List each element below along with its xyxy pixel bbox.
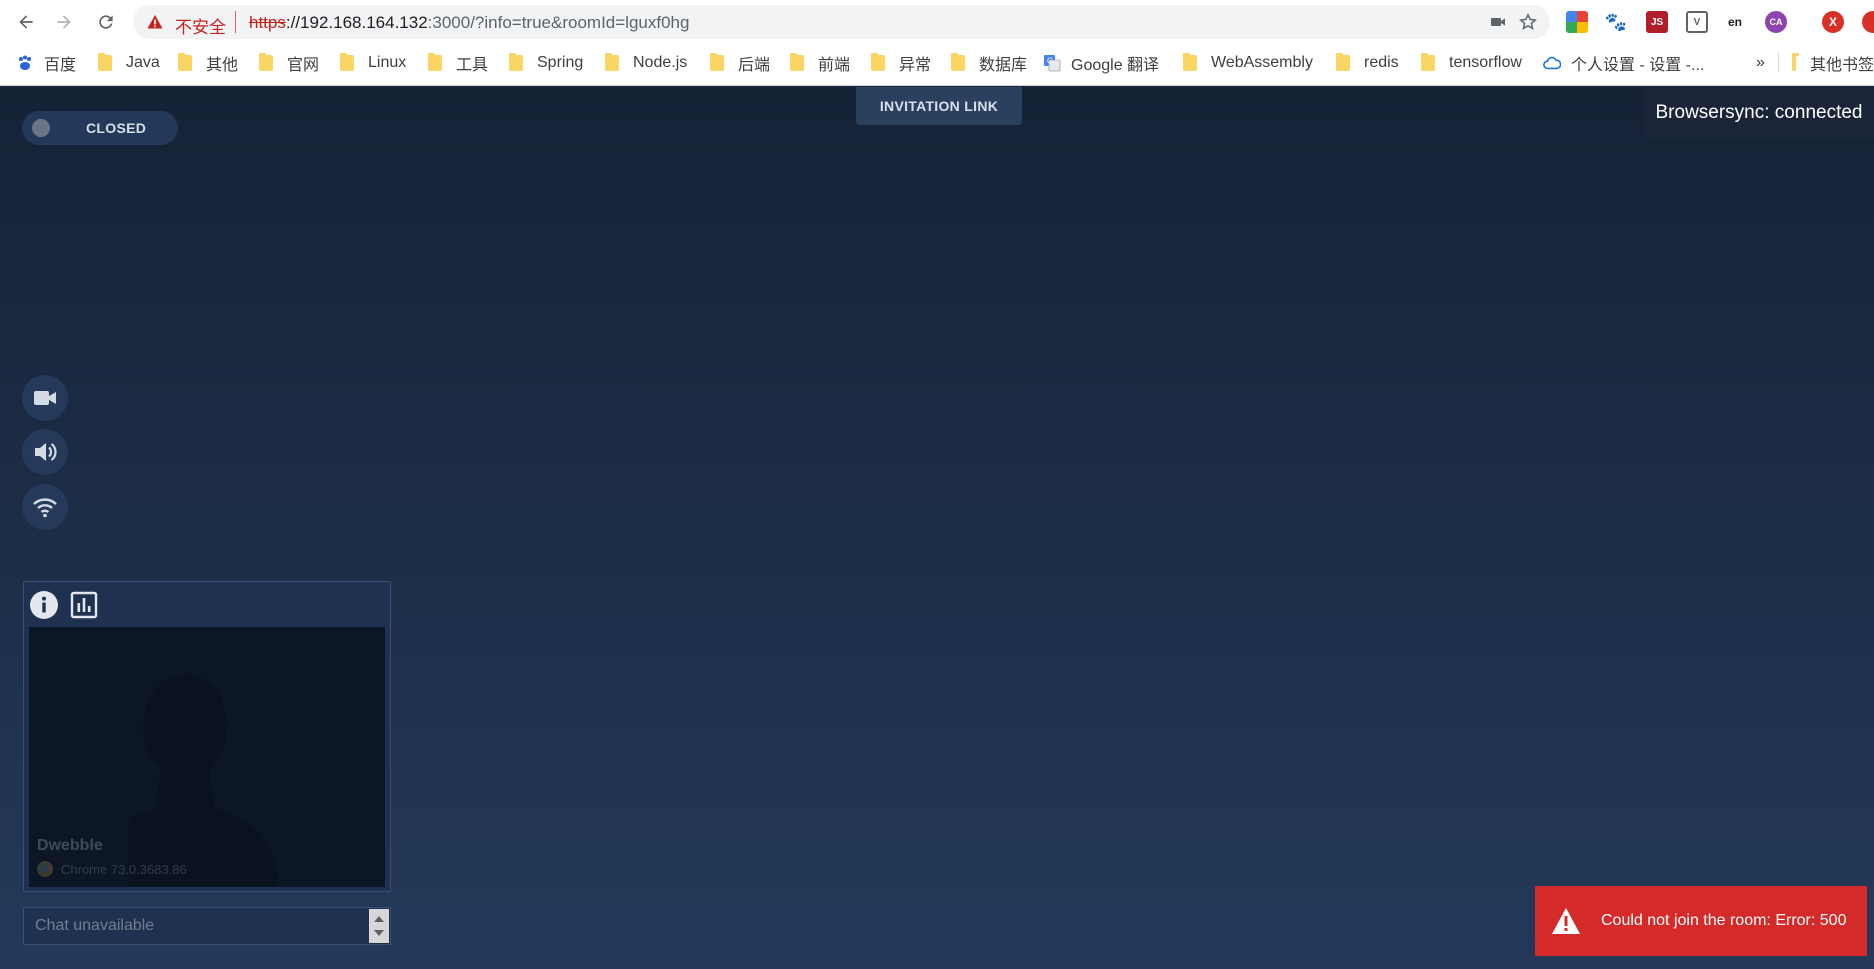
extension-ca-icon[interactable]: CA bbox=[1765, 11, 1787, 33]
google-translate-icon: G bbox=[1043, 54, 1061, 72]
room-status-label: CLOSED bbox=[86, 120, 147, 136]
extension-js-icon[interactable]: JS bbox=[1646, 11, 1668, 33]
bookmark-personal-settings[interactable]: 个人设置 - 设置 -... bbox=[1543, 52, 1704, 74]
reload-button[interactable] bbox=[94, 10, 118, 34]
peer-video-tile: Dwebble Chrome 73.0.3683.86 bbox=[23, 581, 391, 892]
url-text[interactable]: https://192.168.164.132:3000/?info=true&… bbox=[249, 13, 689, 33]
bookmark-folder-other[interactable]: 其他 bbox=[178, 52, 238, 74]
url-path: :3000/?info=true&roomId=lguxf0hg bbox=[427, 13, 690, 32]
network-toggle-button[interactable] bbox=[22, 484, 68, 530]
bookmark-baidu[interactable]: 百度 bbox=[16, 52, 76, 74]
browser-toolbar: 不安全 https://192.168.164.132:3000/?info=t… bbox=[0, 0, 1874, 44]
extension-red-icon[interactable] bbox=[1862, 11, 1874, 33]
wifi-icon bbox=[33, 498, 57, 518]
star-bookmark-icon[interactable] bbox=[1519, 13, 1537, 31]
room-lock-toggle[interactable]: CLOSED bbox=[22, 111, 178, 145]
extension-translate-icon[interactable]: en bbox=[1724, 11, 1746, 33]
warning-triangle-icon bbox=[147, 15, 163, 29]
folder-icon bbox=[178, 53, 192, 71]
folder-icon bbox=[605, 53, 619, 71]
video-camera-icon bbox=[34, 391, 56, 405]
peer-video: Dwebble Chrome 73.0.3683.86 bbox=[29, 627, 385, 887]
chevron-down-icon[interactable] bbox=[374, 930, 384, 936]
baidu-paw-icon bbox=[16, 54, 34, 72]
bookmark-folder-java[interactable]: Java bbox=[98, 52, 160, 74]
extension-shield-icon[interactable]: V bbox=[1686, 11, 1708, 33]
folder-icon bbox=[428, 53, 442, 71]
peer-browser-info: Chrome 73.0.3683.86 bbox=[37, 861, 187, 877]
folder-icon bbox=[871, 53, 885, 71]
bookmark-folder-redis[interactable]: redis bbox=[1336, 52, 1399, 74]
browsersync-notice: Browsersync: connected bbox=[1644, 87, 1874, 139]
audio-toggle-button[interactable] bbox=[22, 429, 68, 475]
folder-icon bbox=[1183, 53, 1197, 71]
info-icon bbox=[30, 591, 58, 619]
omnibox-divider bbox=[235, 11, 236, 33]
bookmark-other-bookmarks[interactable]: 其他书签 bbox=[1778, 52, 1874, 74]
chat-input[interactable] bbox=[24, 908, 368, 944]
svg-text:G: G bbox=[1047, 57, 1053, 66]
folder-icon bbox=[951, 53, 965, 71]
extension-colorful-icon[interactable] bbox=[1566, 11, 1588, 33]
folder-icon bbox=[509, 53, 523, 71]
address-bar[interactable]: 不安全 https://192.168.164.132:3000/?info=t… bbox=[133, 5, 1550, 39]
bookmarks-bar: 百度 Java 其他 官网 Linux 工具 Spring Node.js 后端… bbox=[0, 46, 1874, 80]
more-bookmarks-button[interactable]: » bbox=[1756, 52, 1765, 74]
info-button[interactable] bbox=[29, 590, 59, 620]
bookmark-folder-tools[interactable]: 工具 bbox=[428, 52, 488, 74]
cloud-icon bbox=[1543, 54, 1561, 72]
bookmark-folder-nodejs[interactable]: Node.js bbox=[605, 52, 687, 74]
peer-name: Dwebble bbox=[37, 837, 103, 854]
url-scheme: https bbox=[249, 13, 286, 32]
camera-blocked-icon[interactable] bbox=[1489, 13, 1507, 31]
chat-box bbox=[23, 907, 391, 945]
error-message: Could not join the room: Error: 500 bbox=[1601, 912, 1847, 929]
browser-chrome: 不安全 https://192.168.164.132:3000/?info=t… bbox=[0, 0, 1874, 86]
peer-browser-version: Chrome 73.0.3683.86 bbox=[61, 861, 187, 877]
bar-chart-icon bbox=[70, 591, 98, 619]
folder-icon bbox=[710, 53, 724, 71]
tile-toolbar bbox=[24, 582, 390, 624]
back-button[interactable] bbox=[14, 10, 38, 34]
bookmark-folder-webassembly[interactable]: WebAssembly bbox=[1183, 52, 1313, 74]
speaker-volume-icon bbox=[35, 443, 57, 461]
chevron-up-icon[interactable] bbox=[374, 916, 384, 922]
folder-icon bbox=[1421, 53, 1435, 71]
folder-icon bbox=[1336, 53, 1350, 71]
app-viewport: CLOSED INVITATION LINK Browsersync: conn… bbox=[0, 87, 1874, 969]
folder-icon bbox=[98, 53, 112, 71]
bookmark-folder-tensorflow[interactable]: tensorflow bbox=[1421, 52, 1522, 74]
insecure-label[interactable]: 不安全 bbox=[175, 13, 226, 38]
toggle-knob bbox=[32, 119, 50, 137]
url-host: ://192.168.164.132 bbox=[285, 13, 428, 32]
camera-toggle-button[interactable] bbox=[22, 375, 68, 421]
error-toast[interactable]: Could not join the room: Error: 500 bbox=[1535, 886, 1867, 956]
chrome-logo-icon bbox=[37, 861, 53, 877]
reload-icon bbox=[99, 15, 113, 29]
avatar-silhouette-icon bbox=[129, 675, 279, 887]
invitation-link-button[interactable]: INVITATION LINK bbox=[856, 87, 1022, 125]
forward-button[interactable] bbox=[52, 10, 76, 34]
folder-icon bbox=[790, 53, 804, 71]
profile-avatar[interactable]: X bbox=[1822, 11, 1844, 33]
bookmark-folder-linux[interactable]: Linux bbox=[340, 52, 406, 74]
bookmark-folder-exceptions[interactable]: 异常 bbox=[871, 52, 931, 74]
warning-triangle-icon bbox=[1552, 908, 1580, 934]
arrow-left-icon bbox=[19, 15, 33, 29]
extension-paw-icon[interactable]: 🐾 bbox=[1605, 11, 1627, 33]
arrow-right-icon bbox=[57, 15, 71, 29]
folder-icon bbox=[1792, 53, 1799, 71]
bookmark-folder-official[interactable]: 官网 bbox=[259, 52, 319, 74]
folder-icon bbox=[259, 53, 273, 71]
bookmark-folder-spring[interactable]: Spring bbox=[509, 52, 583, 74]
bookmark-folder-frontend[interactable]: 前端 bbox=[790, 52, 850, 74]
chat-scroll-stepper[interactable] bbox=[369, 909, 389, 943]
bookmark-folder-database[interactable]: 数据库 bbox=[951, 52, 1027, 74]
stats-button[interactable] bbox=[69, 590, 99, 620]
folder-icon bbox=[340, 53, 354, 71]
bookmark-google-translate[interactable]: G Google 翻译 bbox=[1043, 52, 1159, 74]
bookmark-folder-backend[interactable]: 后端 bbox=[710, 52, 770, 74]
